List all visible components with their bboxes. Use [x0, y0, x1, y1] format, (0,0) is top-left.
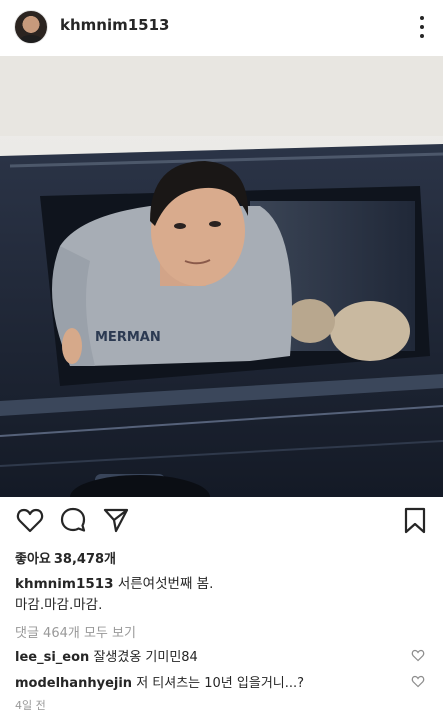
comment-username[interactable]: modelhanhyejin [15, 676, 132, 691]
send-icon[interactable] [101, 505, 131, 535]
comment-like-icon[interactable] [411, 648, 425, 662]
more-vertical-icon[interactable] [419, 16, 425, 38]
likes-number: 38,478개 [53, 552, 117, 567]
post-header: khmnim1513 [0, 0, 443, 56]
post-username[interactable]: khmnim1513 [60, 16, 169, 34]
action-bar [0, 505, 443, 541]
likes-label: 좋아요 [15, 552, 51, 567]
comment-like-icon[interactable] [411, 674, 425, 688]
comment-username[interactable]: lee_si_eon [15, 650, 89, 665]
comment-text: 잘생겼옹 기미민84 [93, 650, 198, 665]
caption-username[interactable]: khmnim1513 [15, 576, 114, 592]
comment-item: modelhanhyejin 저 티셔츠는 10년 입을거니...? [15, 672, 410, 691]
post-caption: khmnim1513 서른여섯번째 봄. 마감.마감.마감. [15, 574, 430, 616]
caption-line1: 서른여섯번째 봄. [117, 576, 214, 592]
heart-icon[interactable] [15, 505, 45, 535]
post-photo[interactable]: MERMAN [0, 56, 443, 497]
bookmark-icon[interactable] [400, 505, 430, 535]
shirt-lettering: MERMAN [95, 330, 161, 345]
caption-line2: 마감.마감.마감. [15, 597, 103, 613]
post-timestamp: 4일 전 [15, 699, 46, 712]
profile-avatar[interactable] [14, 10, 48, 44]
comment-text: 저 티셔츠는 10년 입을거니...? [136, 676, 305, 691]
comment-item: lee_si_eon 잘생겼옹 기미민84 [15, 646, 410, 665]
comment-icon[interactable] [58, 505, 88, 535]
view-all-comments-link[interactable]: 댓글 464개 모두 보기 [15, 622, 136, 641]
likes-count[interactable]: 좋아요 38,478개 [15, 548, 116, 567]
